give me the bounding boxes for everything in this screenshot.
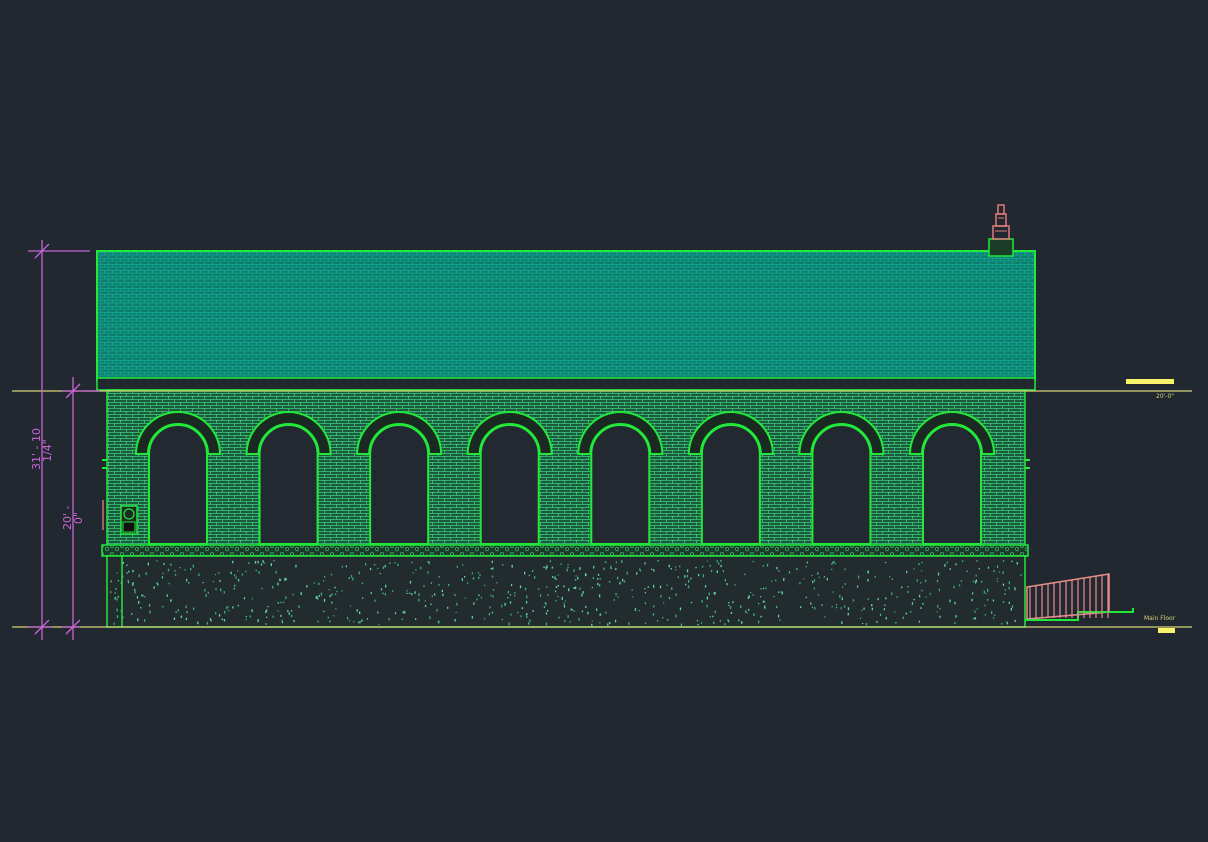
arch-void <box>479 424 540 545</box>
arch-opening <box>245 411 332 545</box>
arch-opening <box>687 411 774 545</box>
arch-void <box>922 424 982 545</box>
upper-level-label: 20'-0" <box>1156 393 1174 400</box>
dimension-overall: 31' - 10 1/4" <box>28 240 90 640</box>
arch-void <box>148 424 208 545</box>
arch-void <box>811 424 872 545</box>
foundation <box>106 555 1026 628</box>
arch-void <box>700 424 761 545</box>
arch-opening <box>466 411 553 545</box>
roof-vent <box>988 204 1014 257</box>
wall-height-line2: 0" <box>72 512 85 524</box>
stone-band <box>101 544 1029 557</box>
elevation-drawing: 20'-0" Main Floor 31' - 10 1/4" 20' - 0" <box>12 204 1192 640</box>
brick-wall <box>106 389 1026 547</box>
arch-void <box>369 424 430 545</box>
lower-level-marker <box>1158 628 1175 633</box>
arch-void <box>258 424 319 545</box>
arch-opening <box>356 411 443 545</box>
arch-opening <box>798 411 885 545</box>
arch-opening <box>577 411 664 545</box>
arch-opening <box>908 411 996 545</box>
lower-level-label: Main Floor <box>1144 615 1176 622</box>
upper-level-marker <box>1126 379 1174 384</box>
arch-opening <box>134 411 222 545</box>
overall-height-line2: 1/4" <box>41 439 54 462</box>
roof <box>96 250 1036 391</box>
ramp-railing <box>1025 573 1134 621</box>
dimension-wall: 20' - 0" <box>61 377 100 640</box>
arch-void <box>590 424 651 545</box>
